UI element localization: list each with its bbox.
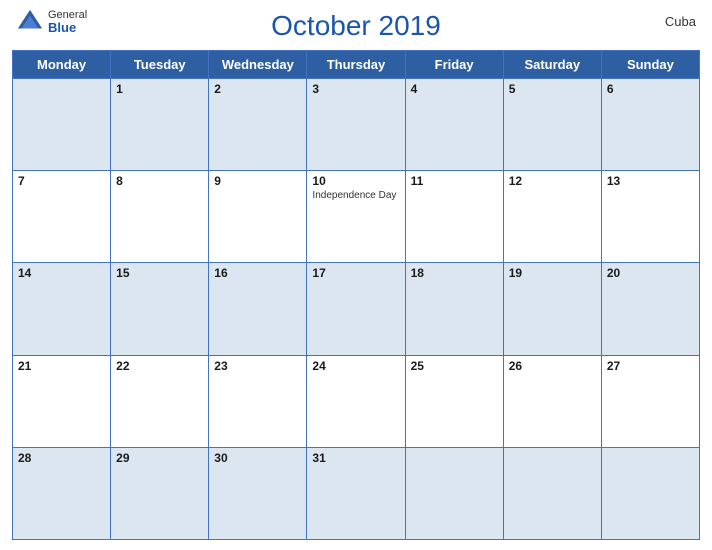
calendar-cell: 13 [601,171,699,263]
logo: General Blue [16,8,87,36]
day-number: 17 [312,266,399,280]
calendar-cell: 10 Independence Day [307,171,405,263]
day-number: 3 [312,82,399,96]
calendar-cell: 24 [307,355,405,447]
day-header-thursday: Thursday [307,51,405,79]
calendar-body: 12345678910Independence Day1112131415161… [13,79,700,540]
calendar-cell: 2 [209,79,307,171]
day-number: 5 [509,82,596,96]
logo-icon [16,8,44,36]
day-number: 7 [18,174,105,188]
day-number: 18 [411,266,498,280]
calendar-week-4: 21 22 23 24 25 26 27 [13,355,700,447]
calendar-cell [503,447,601,539]
day-header-saturday: Saturday [503,51,601,79]
holiday-label: Independence Day [312,190,399,202]
day-header-friday: Friday [405,51,503,79]
calendar-week-3: 14 15 16 17 18 19 20 [13,263,700,355]
calendar-cell: 29 [111,447,209,539]
day-number: 23 [214,359,301,373]
day-number: 15 [116,266,203,280]
calendar-cell: 27 [601,355,699,447]
day-number: 12 [509,174,596,188]
calendar-cell: 19 [503,263,601,355]
logo-text: General Blue [48,10,87,34]
day-header-tuesday: Tuesday [111,51,209,79]
calendar-cell: 25 [405,355,503,447]
day-number: 4 [411,82,498,96]
day-number: 21 [18,359,105,373]
day-number: 30 [214,451,301,465]
calendar-cell: 22 [111,355,209,447]
calendar-cell: 3 [307,79,405,171]
day-number: 20 [607,266,694,280]
calendar-cell: 15 [111,263,209,355]
day-number: 9 [214,174,301,188]
calendar-cell: 20 [601,263,699,355]
day-number: 11 [411,174,498,188]
calendar-cell: 4 [405,79,503,171]
day-number: 13 [607,174,694,188]
calendar-cell: 6 [601,79,699,171]
calendar-cell: 18 [405,263,503,355]
day-number: 25 [411,359,498,373]
day-number: 10 [312,174,399,188]
calendar-cell: 17 [307,263,405,355]
calendar-table: MondayTuesdayWednesdayThursdayFridaySatu… [12,50,700,540]
calendar-week-2: 789 10 Independence Day 11 12 13 [13,171,700,263]
calendar-cell [405,447,503,539]
calendar-cell: 30 [209,447,307,539]
calendar-container: MondayTuesdayWednesdayThursdayFridaySatu… [0,46,712,550]
calendar-cell: 1 [111,79,209,171]
logo-blue-text: Blue [48,21,87,34]
day-number: 27 [607,359,694,373]
calendar-cell: 31 [307,447,405,539]
calendar-cell: 16 [209,263,307,355]
calendar-cell: 14 [13,263,111,355]
calendar-cell: 8 [111,171,209,263]
calendar-week-5: 28 29 30 31 [13,447,700,539]
day-number: 6 [607,82,694,96]
calendar-cell: 21 [13,355,111,447]
calendar-cell: 7 [13,171,111,263]
day-header-monday: Monday [13,51,111,79]
calendar-cell: 12 [503,171,601,263]
day-number: 31 [312,451,399,465]
calendar-cell: 5 [503,79,601,171]
calendar-cell: 11 [405,171,503,263]
day-number: 26 [509,359,596,373]
day-number: 8 [116,174,203,188]
day-number: 22 [116,359,203,373]
day-number: 19 [509,266,596,280]
day-number: 2 [214,82,301,96]
day-number: 28 [18,451,105,465]
day-number: 24 [312,359,399,373]
calendar-cell [13,79,111,171]
calendar-header-row: MondayTuesdayWednesdayThursdayFridaySatu… [13,51,700,79]
calendar-header: General Blue October 2019 Cuba [0,0,712,46]
day-number: 16 [214,266,301,280]
calendar-cell: 9 [209,171,307,263]
day-header-sunday: Sunday [601,51,699,79]
calendar-cell [601,447,699,539]
day-number: 29 [116,451,203,465]
day-header-wednesday: Wednesday [209,51,307,79]
calendar-cell: 23 [209,355,307,447]
calendar-cell: 26 [503,355,601,447]
month-title: October 2019 [271,10,441,42]
day-number: 1 [116,82,203,96]
country-label: Cuba [665,14,696,29]
day-number: 14 [18,266,105,280]
calendar-cell: 28 [13,447,111,539]
calendar-week-1: 123456 [13,79,700,171]
